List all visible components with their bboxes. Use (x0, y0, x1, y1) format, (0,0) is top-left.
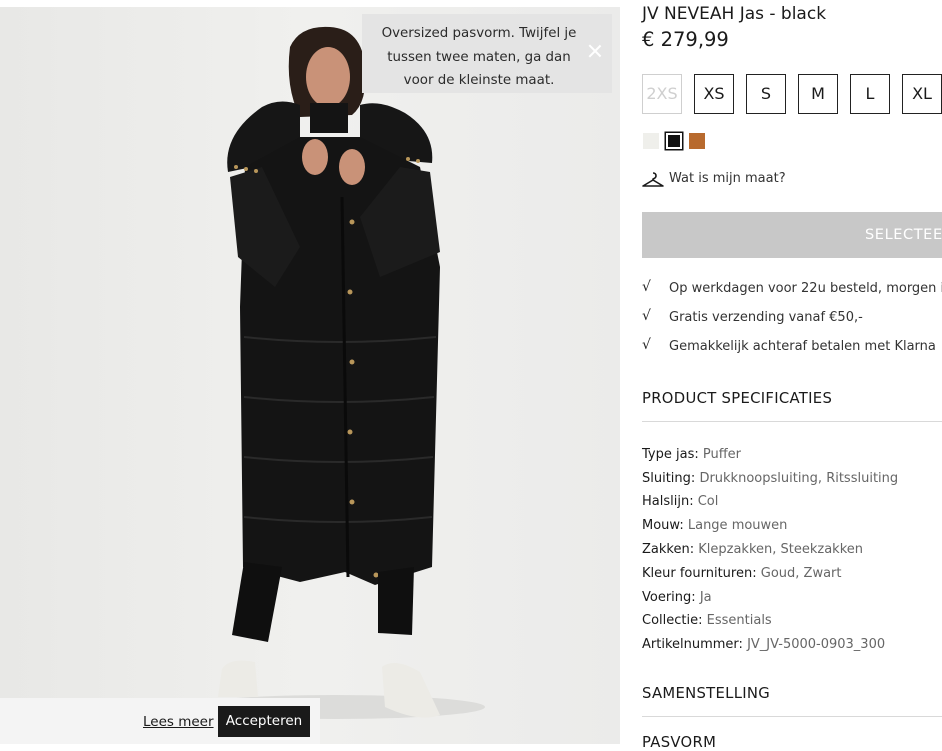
size-option-s[interactable]: S (746, 74, 786, 114)
product-photo[interactable] (0, 7, 620, 744)
spec-label: Type jas: (642, 447, 699, 462)
usp-delivery-text: Op werkdagen voor 22u besteld, morgen in (669, 281, 942, 296)
size-option-2xs[interactable]: 2XS (642, 74, 682, 114)
size-option-xl[interactable]: XL (902, 74, 942, 114)
spec-row: Artikelnummer: JV_JV-5000-0903_300 (642, 637, 885, 652)
spec-label: Voering: (642, 590, 696, 605)
section-composition-title[interactable]: SAMENSTELLING (642, 685, 770, 702)
spec-value: Goud, Zwart (760, 566, 842, 581)
spec-row: Voering: Ja (642, 590, 712, 605)
fit-tooltip-text: Oversized pasvorm. Twijfel je tussen twe… (381, 26, 577, 88)
spec-value: Essentials (706, 613, 772, 628)
spec-label: Zakken: (642, 542, 695, 557)
spec-value: Klepzakken, Steekzakken (698, 542, 864, 557)
divider (642, 716, 942, 717)
product-title: JV NEVEAH Jas - black (642, 4, 827, 24)
spec-label: Sluiting: (642, 471, 696, 486)
spec-row: Mouw: Lange mouwen (642, 518, 787, 533)
spec-row: Halslijn: Col (642, 494, 718, 509)
usp-shipping-text: Gratis verzending vanaf €50,- (669, 310, 863, 325)
section-specs-title[interactable]: PRODUCT SPECIFICATIES (642, 390, 832, 407)
check-icon: √ (642, 279, 651, 295)
product-price: € 279,99 (642, 28, 729, 51)
spec-row: Type jas: Puffer (642, 447, 741, 462)
spec-value: Col (697, 494, 719, 509)
size-guide-label: Wat is mijn maat? (669, 171, 786, 186)
spec-row: Collectie: Essentials (642, 613, 772, 628)
spec-value: Ja (699, 590, 712, 605)
section-fit-title[interactable]: PASVORM (642, 734, 716, 751)
check-icon: √ (642, 337, 651, 353)
spec-label: Kleur fournituren: (642, 566, 757, 581)
usp-klarna-text: Gemakkelijk achteraf betalen met Klarna (669, 339, 936, 354)
divider (642, 421, 942, 422)
spec-row: Sluiting: Drukknoopsluiting, Ritssluitin… (642, 471, 898, 486)
color-swatch-black[interactable] (665, 132, 683, 150)
cookie-bar: Lees meer Accepteren (0, 698, 320, 744)
size-option-m[interactable]: M (798, 74, 838, 114)
spec-row: Kleur fournituren: Goud, Zwart (642, 566, 841, 581)
spec-label: Collectie: (642, 613, 703, 628)
spec-label: Mouw: (642, 518, 684, 533)
check-icon: √ (642, 308, 651, 324)
color-swatch-light-beige[interactable] (643, 133, 659, 149)
spec-value: Lange mouwen (687, 518, 788, 533)
spec-label: Artikelnummer: (642, 637, 743, 652)
size-option-l[interactable]: L (850, 74, 890, 114)
hanger-icon (642, 172, 664, 187)
model-in-coat-illustration (0, 7, 620, 744)
color-swatch-camel[interactable] (689, 133, 705, 149)
select-size-button[interactable]: SELECTEE (642, 212, 942, 258)
cookie-accept-button[interactable]: Accepteren (218, 706, 310, 737)
spec-value: JV_JV-5000-0903_300 (747, 637, 886, 652)
close-icon[interactable] (588, 44, 602, 58)
spec-value: Puffer (702, 447, 742, 462)
size-option-xs[interactable]: XS (694, 74, 734, 114)
spec-value: Drukknoopsluiting, Ritssluiting (699, 471, 899, 486)
spec-label: Halslijn: (642, 494, 694, 509)
cookie-read-more-link[interactable]: Lees meer (143, 714, 214, 730)
spec-row: Zakken: Klepzakken, Steekzakken (642, 542, 863, 557)
fit-tooltip: Oversized pasvorm. Twijfel je tussen twe… (362, 14, 612, 93)
